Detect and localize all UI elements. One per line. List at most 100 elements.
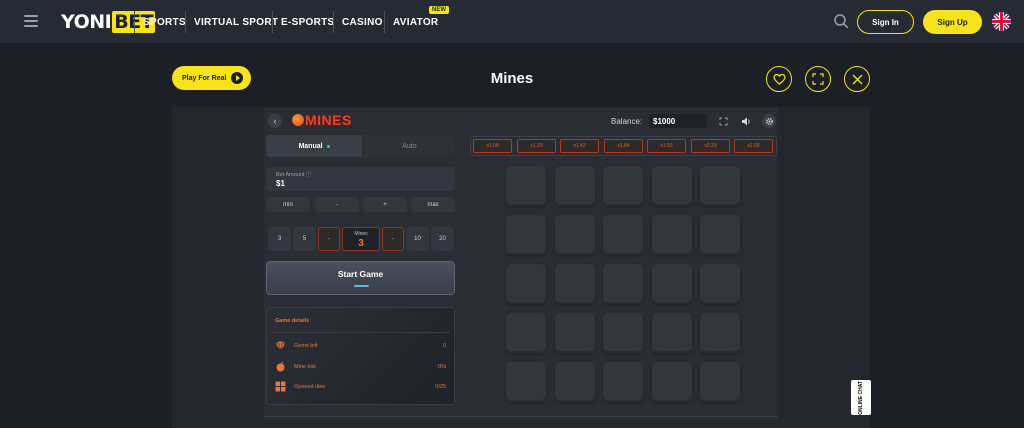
mine-tile[interactable] xyxy=(700,313,740,353)
game-divider xyxy=(264,416,778,417)
sign-up-button[interactable]: Sign Up xyxy=(923,10,982,34)
mine-tile[interactable] xyxy=(506,215,546,255)
gem-icon xyxy=(276,341,285,351)
multiplier-chip: x1.42 xyxy=(560,139,599,153)
multiplier-chip: x1.64 xyxy=(604,139,643,153)
game-details-title: Game details xyxy=(275,318,310,324)
bet-max-button[interactable]: max xyxy=(411,197,455,212)
settings-icon[interactable] xyxy=(762,114,776,128)
mines-preset-20[interactable]: 20 xyxy=(431,227,454,251)
tiles-icon xyxy=(275,381,286,392)
logo-part1: YONI xyxy=(61,11,112,33)
opened-tiles-value: 0/25 xyxy=(435,384,446,390)
start-game-button[interactable]: Start Game xyxy=(266,261,455,295)
nav-esports[interactable]: E-SPORTS xyxy=(281,17,335,28)
favorite-button[interactable] xyxy=(766,66,792,92)
mines-count-value: 3 xyxy=(358,238,364,249)
mine-tile[interactable] xyxy=(651,313,692,353)
mines-preset-3[interactable]: 3 xyxy=(268,227,291,251)
mine-tile[interactable] xyxy=(603,313,643,353)
mine-tile[interactable] xyxy=(554,362,595,402)
nav-divider xyxy=(272,11,273,33)
sound-icon[interactable] xyxy=(739,114,753,128)
back-arrow-icon[interactable]: ‹ xyxy=(268,114,282,128)
tab-manual-label: Manual xyxy=(298,142,323,150)
mine-tile[interactable] xyxy=(700,166,740,206)
side-chat-badge[interactable]: ONLINE CHAT xyxy=(851,380,871,415)
mines-increase-button[interactable]: - xyxy=(382,227,404,251)
multiplier-chip: x1.93 xyxy=(647,139,686,153)
nav-aviator[interactable]: AVIATOR xyxy=(393,17,438,28)
mine-risk-value: 0% xyxy=(438,364,446,370)
bet-decrease-button[interactable]: - xyxy=(315,197,359,212)
mines-preset-5[interactable]: 5 xyxy=(293,227,316,251)
multiplier-chip: x1.23 xyxy=(517,139,556,153)
mine-tile[interactable] xyxy=(700,362,740,402)
bet-min-button[interactable]: min xyxy=(266,197,310,212)
search-icon[interactable] xyxy=(833,13,849,29)
tab-auto[interactable]: Auto xyxy=(364,135,455,157)
nav-divider xyxy=(134,11,135,33)
multiplier-chip: x2.29 xyxy=(691,139,730,153)
mine-tile[interactable] xyxy=(700,215,740,255)
new-badge: NEW xyxy=(429,6,449,14)
site-logo[interactable]: YONI BET xyxy=(61,11,156,33)
bomb-icon xyxy=(292,114,304,126)
top-navigation: YONI BET SPORTS VIRTUAL SPORT E-SPORTS CA… xyxy=(0,0,1024,43)
game-title: Mines xyxy=(490,70,534,87)
mine-tile[interactable] xyxy=(603,362,643,402)
mine-icon xyxy=(276,361,285,372)
mines-logo: MINES xyxy=(292,112,352,128)
nav-casino[interactable]: CASINO xyxy=(342,17,383,28)
bet-increase-button[interactable]: + xyxy=(363,197,407,212)
mine-tile[interactable] xyxy=(554,264,595,304)
gems-left-value: 0 xyxy=(442,343,446,349)
mine-tile[interactable] xyxy=(554,166,595,206)
nav-divider xyxy=(384,11,385,33)
heart-icon xyxy=(772,73,786,85)
mine-tile[interactable] xyxy=(554,215,595,255)
nav-sports[interactable]: SPORTS xyxy=(143,17,186,28)
balance-value: $1000 xyxy=(649,114,707,128)
mine-tile[interactable] xyxy=(506,166,546,206)
multiplier-chip: x1.08 xyxy=(473,139,512,153)
details-divider xyxy=(271,332,450,333)
mine-tile[interactable] xyxy=(651,215,692,255)
mine-tile[interactable] xyxy=(651,264,692,304)
mines-count-label: Mines xyxy=(354,231,368,237)
uk-flag-icon[interactable] xyxy=(992,12,1011,31)
multiplier-chip: x2.68 xyxy=(734,139,773,153)
close-game-button[interactable] xyxy=(844,66,870,92)
nav-divider xyxy=(333,11,334,33)
balance-label: Balance: xyxy=(611,117,643,126)
bet-amount-value: $1 xyxy=(276,179,285,188)
nav-divider xyxy=(185,11,186,33)
sign-in-button[interactable]: Sign In xyxy=(857,10,914,34)
mine-tile[interactable] xyxy=(506,264,546,304)
mine-tile[interactable] xyxy=(651,362,692,402)
mine-tile[interactable] xyxy=(603,264,643,304)
nav-virtual-sport[interactable]: VIRTUAL SPORT xyxy=(194,17,278,28)
mine-tile[interactable] xyxy=(603,166,643,206)
active-dot-icon xyxy=(326,144,330,148)
mines-count-display: Mines 3 xyxy=(342,227,380,251)
fullscreen-button[interactable] xyxy=(805,66,831,92)
bet-amount-field[interactable]: Bet Amount ⓘ $1 xyxy=(266,167,455,191)
mine-tile[interactable] xyxy=(700,264,740,304)
mine-tile[interactable] xyxy=(603,215,643,255)
mines-preset-10[interactable]: 10 xyxy=(406,227,429,251)
mine-risk-label: Mine risk xyxy=(294,364,317,370)
tab-auto-label: Auto xyxy=(402,142,417,150)
mines-decrease-button[interactable]: - xyxy=(318,227,340,251)
bet-amount-label: Bet Amount ⓘ xyxy=(276,172,312,178)
tab-manual[interactable]: Manual xyxy=(266,135,362,157)
fullscreen-icon xyxy=(812,73,824,85)
opened-tiles-label: Opened tiles xyxy=(294,384,325,390)
mine-tile[interactable] xyxy=(506,313,546,353)
expand-icon[interactable] xyxy=(716,114,730,128)
mine-tile[interactable] xyxy=(651,166,692,206)
hamburger-icon[interactable] xyxy=(24,15,38,27)
start-game-label: Start Game xyxy=(337,269,384,279)
mine-tile[interactable] xyxy=(554,313,595,353)
mine-tile[interactable] xyxy=(506,362,546,402)
